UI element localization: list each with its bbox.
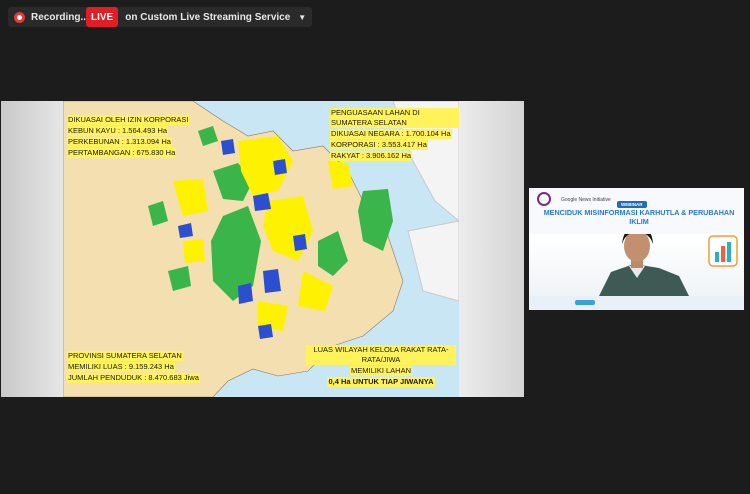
per-jiwa-stat: 0,4 Ha UNTUK TIAP JIWANYA: [327, 377, 435, 387]
presentation-slide: DIKUASAI OLEH IZIN KORPORASI KEBUN KAYU …: [63, 101, 459, 397]
luas-stat: MEMILIKI LUAS : 9.159.243 Ha: [67, 362, 175, 372]
kebun-kayu-stat: KEBUN KAYU : 1.564.493 Ha: [67, 126, 169, 136]
shared-screen: DIKUASAI OLEH IZIN KORPORASI KEBUN KAYU …: [1, 101, 524, 397]
korporasi-stat: KORPORASI : 3.553.417 Ha: [330, 140, 428, 150]
penguasaan-info-box: PENGUASAAN LAHAN DI SUMATERA SELATAN DIK…: [330, 108, 459, 162]
stream-service-label: on Custom Live Streaming Service: [125, 11, 291, 23]
chevron-down-icon[interactable]: ▼: [298, 13, 312, 22]
penduduk-stat: JUMLAH PENDUDUK : 8.470.683 Jiwa: [67, 373, 200, 383]
luas-wilayah-title: LUAS WILAYAH KELOLA RAKAT RATA-RATA/JIWA: [306, 345, 456, 365]
record-icon: [14, 11, 25, 23]
webinar-banner: Google News Initiative WEBINAR MENCIDUK …: [529, 188, 744, 234]
tile-footer: [529, 296, 744, 310]
live-stream-control[interactable]: LIVE on Custom Live Streaming Service ▼: [86, 7, 313, 27]
provinsi-info-box: PROVINSI SUMATERA SELATAN MEMILIKI LUAS …: [67, 351, 200, 384]
google-news-initiative-label: Google News Initiative: [561, 197, 611, 203]
recording-indicator[interactable]: Recording...: [8, 7, 97, 27]
speaker-video-tile[interactable]: Google News Initiative WEBINAR MENCIDUK …: [529, 188, 744, 310]
rakyat-stat: RAKYAT : 3.906.162 Ha: [330, 151, 413, 161]
korporasi-title: DIKUASAI OLEH IZIN KORPORASI: [67, 115, 190, 125]
provinsi-title: PROVINSI SUMATERA SELATAN: [67, 351, 183, 361]
webinar-title: MENCIDUK MISINFORMASI KARHUTLA & PERUBAH…: [543, 208, 735, 226]
background-right: [459, 101, 524, 397]
penguasaan-title: PENGUASAAN LAHAN DI SUMATERA SELATAN: [330, 108, 459, 128]
memiliki-lahan-label: MEMILIKI LAHAN: [349, 366, 412, 376]
luas-wilayah-info-box: LUAS WILAYAH KELOLA RAKAT RATA-RATA/JIWA…: [306, 345, 456, 388]
participant-name-badge: [575, 300, 595, 305]
pertambangan-stat: PERTAMBANGAN : 675.830 Ha: [67, 148, 177, 158]
background-left: [1, 101, 63, 397]
perkebunan-stat: PERKEBUNAN : 1.313.094 Ha: [67, 137, 172, 147]
recording-label: Recording...: [31, 11, 89, 23]
organizer-logo-icon: [537, 192, 551, 206]
speaker-avatar: [599, 226, 738, 296]
negara-stat: DIKUASAI NEGARA : 1.700.104 Ha: [330, 129, 452, 139]
speaker-video: [529, 226, 744, 296]
live-badge: LIVE: [86, 7, 119, 27]
webinar-tag: WEBINAR: [617, 201, 647, 208]
korporasi-info-box: DIKUASAI OLEH IZIN KORPORASI KEBUN KAYU …: [67, 115, 190, 159]
